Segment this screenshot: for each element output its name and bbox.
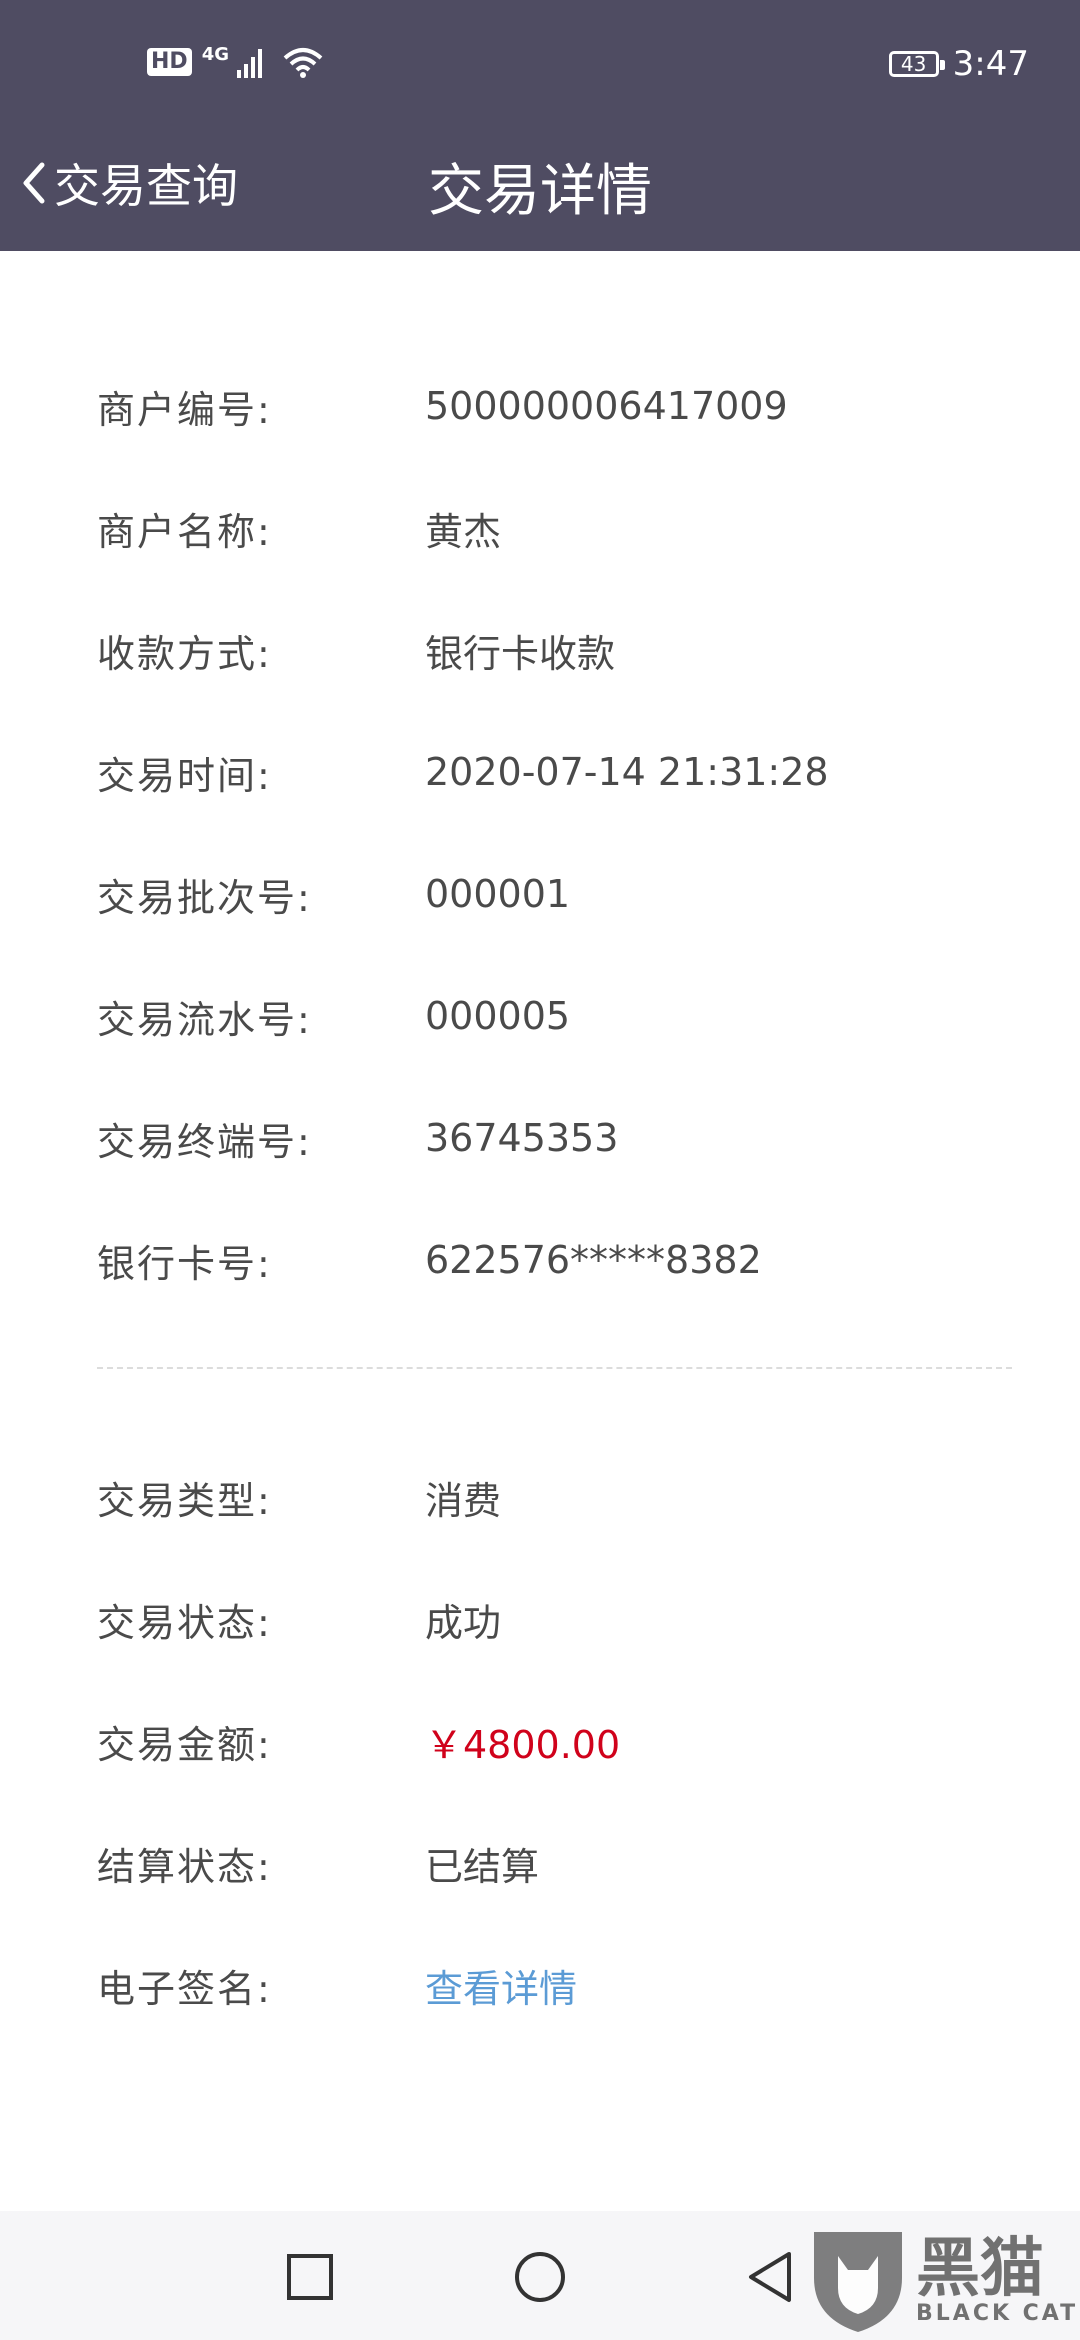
detail-row-payment-method: 收款方式: 银行卡收款 xyxy=(0,618,1080,682)
network-type-label: 4G xyxy=(201,43,229,65)
row-label: 收款方式: xyxy=(97,631,272,676)
black-cat-logo-icon xyxy=(814,2232,902,2332)
back-button[interactable]: 交易查询 xyxy=(22,150,238,216)
row-value: 000005 xyxy=(425,994,571,1038)
row-value: 622576*****8382 xyxy=(425,1238,762,1282)
detail-row-signature: 电子签名: 查看详情 xyxy=(0,1953,1080,2017)
row-value: 000001 xyxy=(425,872,571,916)
row-label: 交易流水号: xyxy=(97,997,312,1042)
row-label: 交易终端号: xyxy=(97,1119,312,1164)
battery-level: 43 xyxy=(900,52,927,76)
wifi-icon xyxy=(283,48,323,78)
back-label: 交易查询 xyxy=(54,159,238,213)
detail-row-merchant-id: 商户编号: 500000006417009 xyxy=(0,374,1080,438)
back-nav-button[interactable] xyxy=(740,2247,800,2307)
row-label: 电子签名: xyxy=(97,1966,272,2011)
detail-row-card-no: 银行卡号: 622576*****8382 xyxy=(0,1228,1080,1292)
row-value: 黄杰 xyxy=(425,509,502,554)
triangle-back-icon xyxy=(749,2252,791,2302)
detail-row-terminal-no: 交易终端号: 36745353 xyxy=(0,1106,1080,1170)
app-header: HD 4G 43 3:47 交易查询 交易详情 xyxy=(0,0,1080,251)
section-divider xyxy=(97,1367,1012,1369)
clock: 3:47 xyxy=(952,44,1029,84)
signal-icon xyxy=(237,49,262,78)
row-label: 商户名称: xyxy=(97,509,272,554)
view-signature-link[interactable]: 查看详情 xyxy=(425,1958,577,2013)
detail-row-merchant-name: 商户名称: 黄杰 xyxy=(0,496,1080,560)
page-title-text: 交易详情 xyxy=(428,159,652,224)
detail-row-serial-no: 交易流水号: 000005 xyxy=(0,984,1080,1048)
detail-row-settlement: 结算状态: 已结算 xyxy=(0,1831,1080,1895)
row-value: 2020-07-14 21:31:28 xyxy=(425,750,829,794)
detail-row-type: 交易类型: 消费 xyxy=(0,1465,1080,1529)
row-value: 已结算 xyxy=(425,1844,540,1889)
status-icons-right: 43 3:47 xyxy=(888,44,1029,84)
chevron-left-icon xyxy=(23,162,45,204)
amount-value: ￥4800.00 xyxy=(425,1722,621,1767)
watermark-en: BLACK CAT xyxy=(916,2300,1079,2326)
detail-row-amount: 交易金额: ￥4800.00 xyxy=(0,1709,1080,1773)
recents-button[interactable] xyxy=(280,2247,340,2307)
square-icon xyxy=(287,2254,333,2300)
status-bar: HD 4G 43 3:47 xyxy=(0,0,1080,130)
row-value: 银行卡收款 xyxy=(425,631,616,676)
row-value: 消费 xyxy=(425,1478,502,1523)
row-value: 500000006417009 xyxy=(425,384,788,428)
row-label: 商户编号: xyxy=(97,387,272,432)
row-label: 交易状态: xyxy=(97,1600,272,1645)
detail-card: 商户编号: 500000006417009 商户名称: 黄杰 收款方式: 银行卡… xyxy=(0,251,1080,2211)
circle-icon xyxy=(515,2252,565,2302)
watermark: 黑猫 BLACK CAT xyxy=(808,2222,1080,2340)
detail-row-time: 交易时间: 2020-07-14 21:31:28 xyxy=(0,740,1080,804)
watermark-cn: 黑猫 xyxy=(916,2231,1044,2306)
watermark-text: 黑猫 BLACK CAT xyxy=(916,2237,1078,2326)
row-value: 成功 xyxy=(425,1600,502,1645)
home-button[interactable] xyxy=(510,2247,570,2307)
detail-row-batch-no: 交易批次号: 000001 xyxy=(0,862,1080,926)
row-label: 交易批次号: xyxy=(97,875,312,920)
battery-icon: 43 xyxy=(888,51,945,77)
status-icons-left: HD 4G xyxy=(147,43,323,78)
row-label: 结算状态: xyxy=(97,1844,272,1889)
row-label: 交易金额: xyxy=(97,1722,272,1767)
hd-icon: HD xyxy=(147,48,192,76)
row-value: 36745353 xyxy=(425,1116,619,1160)
row-label: 银行卡号: xyxy=(97,1241,272,1286)
row-label: 交易时间: xyxy=(97,753,272,798)
detail-row-status: 交易状态: 成功 xyxy=(0,1587,1080,1651)
row-label: 交易类型: xyxy=(97,1478,272,1523)
